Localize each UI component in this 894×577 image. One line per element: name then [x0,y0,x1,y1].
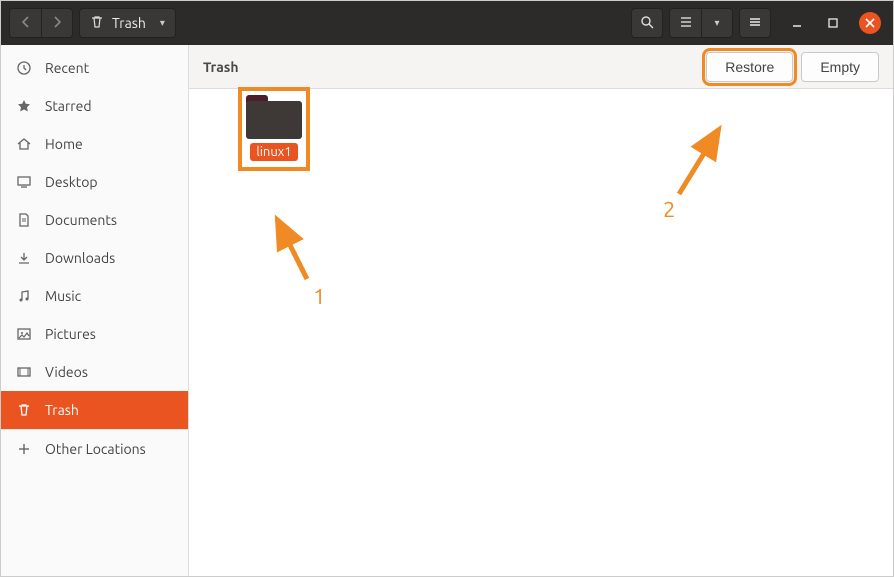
sidebar-item-label: Downloads [45,250,115,266]
desktop-icon [15,174,33,190]
close-button[interactable] [859,12,881,34]
titlebar: Trash ▾ ▾ [1,1,893,45]
view-options-button[interactable]: ▾ [701,8,733,38]
location-bar[interactable]: Trash ▾ [79,8,176,38]
forward-button[interactable] [41,8,73,38]
sidebar-item-home[interactable]: Home [1,125,188,163]
maximize-button[interactable] [823,13,843,33]
chevron-left-icon [21,15,31,31]
search-button[interactable] [631,8,663,38]
sidebar-item-label: Home [45,136,83,152]
home-icon [15,136,33,152]
back-button[interactable] [9,8,41,38]
list-view-button[interactable] [669,8,701,38]
download-icon [15,250,33,266]
search-icon [640,15,654,32]
menu-button[interactable] [739,8,771,38]
video-icon [15,364,33,380]
sidebar-item-music[interactable]: Music [1,277,188,315]
chevron-down-icon: ▾ [160,17,165,29]
trash-icon [90,15,104,32]
window-controls [787,12,881,34]
minimize-button[interactable] [787,13,807,33]
sidebar-item-label: Documents [45,212,117,228]
file-list[interactable]: linux1 1 2 [189,89,893,576]
empty-button[interactable]: Empty [801,52,879,82]
view-buttons: ▾ [669,8,733,38]
annotation-number-1: 1 [313,284,325,309]
sidebar-item-label: Desktop [45,174,98,190]
clock-icon [15,60,33,76]
sidebar-item-label: Pictures [45,326,96,342]
file-label: linux1 [250,143,297,161]
sidebar-item-downloads[interactable]: Downloads [1,239,188,277]
annotation-number-2: 2 [663,197,675,222]
sidebar: Recent Starred Home Desktop Documents Do… [1,45,189,576]
plus-icon [15,441,33,457]
sidebar-item-videos[interactable]: Videos [1,353,188,391]
trash-icon [15,402,33,418]
content-area: Trash Restore Empty linux1 [189,45,893,576]
sidebar-item-recent[interactable]: Recent [1,49,188,87]
sidebar-item-desktop[interactable]: Desktop [1,163,188,201]
page-title: Trash [203,59,239,75]
list-icon [679,15,693,32]
chevron-right-icon [52,15,62,31]
sidebar-item-label: Videos [45,364,88,380]
star-icon [15,98,33,114]
hamburger-icon [748,15,762,32]
sidebar-item-pictures[interactable]: Pictures [1,315,188,353]
folder-icon [246,95,302,139]
sidebar-item-label: Music [45,288,81,304]
restore-button[interactable]: Restore [706,52,793,82]
picture-icon [15,326,33,342]
music-icon [15,288,33,304]
document-icon [15,212,33,228]
sidebar-item-other-locations[interactable]: Other Locations [1,430,188,468]
content-header: Trash Restore Empty [189,45,893,89]
file-item-linux1[interactable]: linux1 [231,91,317,167]
sidebar-item-label: Trash [45,402,79,418]
chevron-down-icon: ▾ [714,17,719,29]
sidebar-item-documents[interactable]: Documents [1,201,188,239]
sidebar-item-label: Other Locations [45,441,146,457]
sidebar-item-trash[interactable]: Trash [1,391,188,429]
nav-buttons [9,8,73,38]
sidebar-item-label: Starred [45,98,92,114]
location-label: Trash [112,15,146,31]
sidebar-item-label: Recent [45,60,89,76]
sidebar-item-starred[interactable]: Starred [1,87,188,125]
